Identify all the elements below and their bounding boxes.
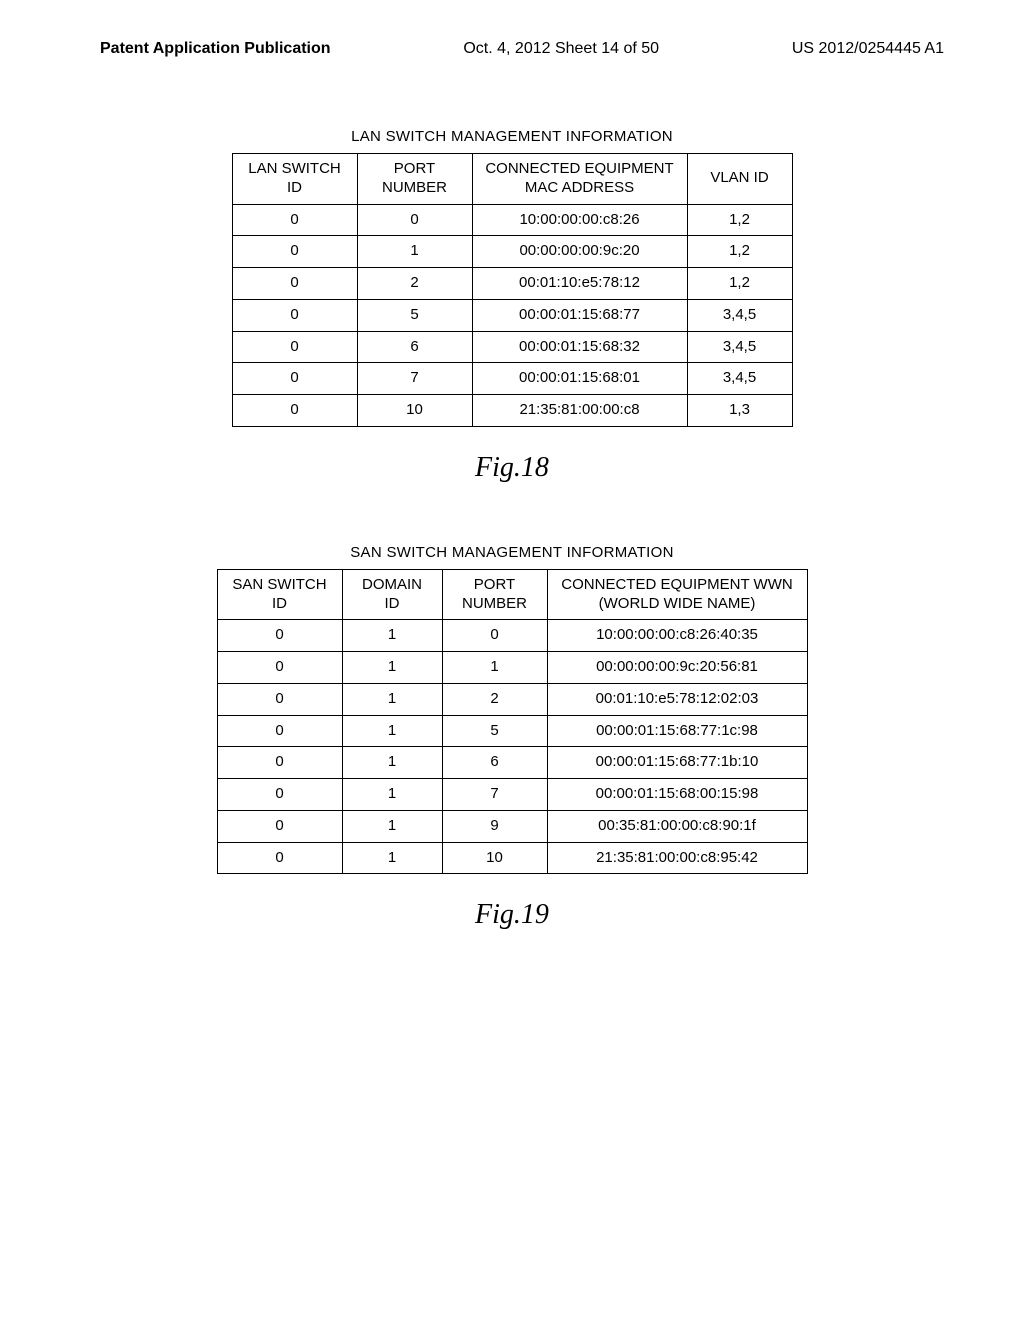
table-row: 01010:00:00:00:c8:26:40:35 <box>217 620 807 652</box>
table-cell: 00:00:01:15:68:00:15:98 <box>547 779 807 811</box>
fig-19-label: Fig.19 <box>0 899 1024 931</box>
san-table: SAN SWITCH ID DOMAIN ID PORT NUMBER CONN… <box>217 569 808 875</box>
table-cell: 0 <box>217 810 342 842</box>
lan-header-vlan-id: VLAN ID <box>687 154 792 205</box>
san-header-domain-id: DOMAIN ID <box>342 569 442 620</box>
table-cell: 10:00:00:00:c8:26 <box>472 204 687 236</box>
table-cell: 21:35:81:00:00:c8 <box>472 395 687 427</box>
table-row: 0010:00:00:00:c8:261,2 <box>232 204 792 236</box>
header-left: Patent Application Publication <box>100 40 331 58</box>
page-header: Patent Application Publication Oct. 4, 2… <box>0 0 1024 68</box>
table-cell: 6 <box>357 331 472 363</box>
table-cell: 0 <box>232 236 357 268</box>
table-cell: 0 <box>217 715 342 747</box>
table-cell: 10 <box>442 842 547 874</box>
table-cell: 0 <box>357 204 472 236</box>
lan-header-mac-address: CONNECTED EQUIPMENT MAC ADDRESS <box>472 154 687 205</box>
table-cell: 0 <box>232 268 357 300</box>
page-content: LAN SWITCH MANAGEMENT INFORMATION LAN SW… <box>0 68 1024 931</box>
fig-18-label: Fig.18 <box>0 452 1024 484</box>
table-cell: 1 <box>342 715 442 747</box>
table-row: 01200:01:10:e5:78:12:02:03 <box>217 683 807 715</box>
table-row: 011021:35:81:00:00:c8:95:42 <box>217 842 807 874</box>
table-cell: 1 <box>442 652 547 684</box>
table-cell: 1 <box>342 842 442 874</box>
table-cell: 0 <box>232 299 357 331</box>
table-cell: 0 <box>217 620 342 652</box>
table-cell: 3,4,5 <box>687 331 792 363</box>
san-header-port-number: PORT NUMBER <box>442 569 547 620</box>
lan-header-switch-id: LAN SWITCH ID <box>232 154 357 205</box>
table-cell: 1,2 <box>687 236 792 268</box>
table-row: 01600:00:01:15:68:77:1b:10 <box>217 747 807 779</box>
table-cell: 1,2 <box>687 204 792 236</box>
table-cell: 0 <box>232 331 357 363</box>
san-table-header-row: SAN SWITCH ID DOMAIN ID PORT NUMBER CONN… <box>217 569 807 620</box>
table-cell: 00:01:10:e5:78:12 <box>472 268 687 300</box>
san-header-switch-id: SAN SWITCH ID <box>217 569 342 620</box>
table-row: 0100:00:00:00:9c:201,2 <box>232 236 792 268</box>
table-cell: 00:35:81:00:00:c8:90:1f <box>547 810 807 842</box>
table-cell: 00:00:01:15:68:01 <box>472 363 687 395</box>
table-cell: 0 <box>232 363 357 395</box>
table-cell: 10:00:00:00:c8:26:40:35 <box>547 620 807 652</box>
header-right: US 2012/0254445 A1 <box>792 40 944 58</box>
lan-header-port-number: PORT NUMBER <box>357 154 472 205</box>
lan-table-header-row: LAN SWITCH ID PORT NUMBER CONNECTED EQUI… <box>232 154 792 205</box>
lan-table: LAN SWITCH ID PORT NUMBER CONNECTED EQUI… <box>232 153 793 427</box>
table-cell: 2 <box>357 268 472 300</box>
table-cell: 0 <box>217 683 342 715</box>
table-cell: 3,4,5 <box>687 363 792 395</box>
table-cell: 1,2 <box>687 268 792 300</box>
table-cell: 1 <box>342 620 442 652</box>
table-cell: 0 <box>217 747 342 779</box>
table-row: 01900:35:81:00:00:c8:90:1f <box>217 810 807 842</box>
table-cell: 9 <box>442 810 547 842</box>
lan-table-title: LAN SWITCH MANAGEMENT INFORMATION <box>0 128 1024 145</box>
table-cell: 0 <box>217 842 342 874</box>
table-row: 0700:00:01:15:68:013,4,5 <box>232 363 792 395</box>
table-cell: 00:01:10:e5:78:12:02:03 <box>547 683 807 715</box>
table-cell: 1,3 <box>687 395 792 427</box>
header-center: Oct. 4, 2012 Sheet 14 of 50 <box>463 40 659 58</box>
table-cell: 0 <box>232 204 357 236</box>
table-cell: 1 <box>342 747 442 779</box>
table-cell: 7 <box>357 363 472 395</box>
table-cell: 7 <box>442 779 547 811</box>
table-cell: 1 <box>342 683 442 715</box>
table-cell: 5 <box>442 715 547 747</box>
table-row: 0200:01:10:e5:78:121,2 <box>232 268 792 300</box>
table-cell: 0 <box>217 652 342 684</box>
table-row: 01021:35:81:00:00:c81,3 <box>232 395 792 427</box>
table-cell: 1 <box>357 236 472 268</box>
table-cell: 10 <box>357 395 472 427</box>
table-row: 0600:00:01:15:68:323,4,5 <box>232 331 792 363</box>
table-row: 0500:00:01:15:68:773,4,5 <box>232 299 792 331</box>
table-cell: 00:00:00:00:9c:20 <box>472 236 687 268</box>
table-cell: 21:35:81:00:00:c8:95:42 <box>547 842 807 874</box>
table-row: 01700:00:01:15:68:00:15:98 <box>217 779 807 811</box>
table-cell: 1 <box>342 779 442 811</box>
table-cell: 00:00:01:15:68:32 <box>472 331 687 363</box>
san-table-title: SAN SWITCH MANAGEMENT INFORMATION <box>0 544 1024 561</box>
table-cell: 00:00:01:15:68:77 <box>472 299 687 331</box>
table-cell: 6 <box>442 747 547 779</box>
table-cell: 00:00:01:15:68:77:1c:98 <box>547 715 807 747</box>
san-header-wwn: CONNECTED EQUIPMENT WWN (WORLD WIDE NAME… <box>547 569 807 620</box>
table-cell: 1 <box>342 652 442 684</box>
table-cell: 0 <box>442 620 547 652</box>
table-cell: 00:00:00:00:9c:20:56:81 <box>547 652 807 684</box>
table-cell: 2 <box>442 683 547 715</box>
table-row: 01500:00:01:15:68:77:1c:98 <box>217 715 807 747</box>
table-cell: 0 <box>217 779 342 811</box>
table-cell: 5 <box>357 299 472 331</box>
table-cell: 00:00:01:15:68:77:1b:10 <box>547 747 807 779</box>
table-cell: 1 <box>342 810 442 842</box>
table-cell: 3,4,5 <box>687 299 792 331</box>
table-cell: 0 <box>232 395 357 427</box>
table-row: 01100:00:00:00:9c:20:56:81 <box>217 652 807 684</box>
